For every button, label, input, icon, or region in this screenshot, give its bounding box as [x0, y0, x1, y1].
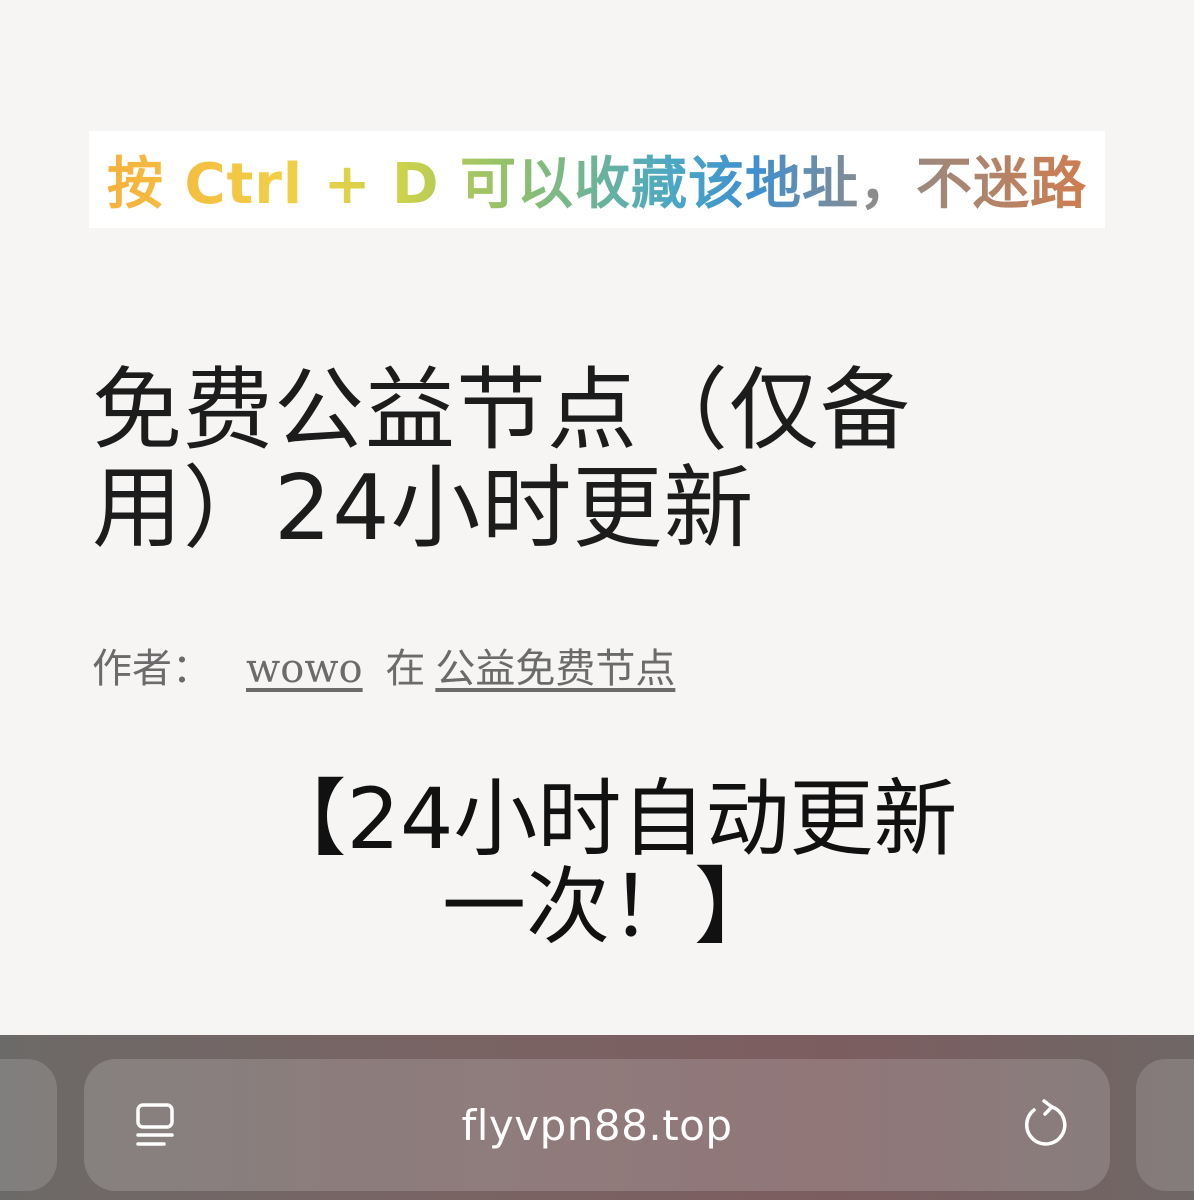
browser-toolbar: flyvpn88.top [0, 1035, 1194, 1200]
byline-in: 在 [385, 646, 426, 692]
address-bar[interactable]: flyvpn88.top [84, 1059, 1110, 1191]
bookmark-hint-text: 按 Ctrl + D 可以收藏该地址，不迷路 [107, 139, 1087, 220]
reload-icon[interactable] [1018, 1097, 1072, 1151]
author-link[interactable]: wowo [246, 646, 363, 692]
post-byline: 作者： wowo 在公益免费节点 [92, 636, 675, 694]
url-text[interactable]: flyvpn88.top [461, 1101, 732, 1150]
previous-tab[interactable] [0, 1059, 57, 1191]
bookmark-hint-banner: 按 Ctrl + D 可以收藏该地址，不迷路 [89, 131, 1105, 228]
category-link[interactable]: 公益免费节点 [435, 646, 675, 692]
byline-label: 作者： [92, 646, 212, 692]
post-headline: 【24小时自动更新一次！】 [262, 770, 958, 956]
next-tab[interactable] [1136, 1059, 1194, 1191]
post-title: 免费公益节点（仅备用）24小时更新 [92, 358, 911, 561]
reader-mode-icon[interactable] [132, 1099, 184, 1151]
